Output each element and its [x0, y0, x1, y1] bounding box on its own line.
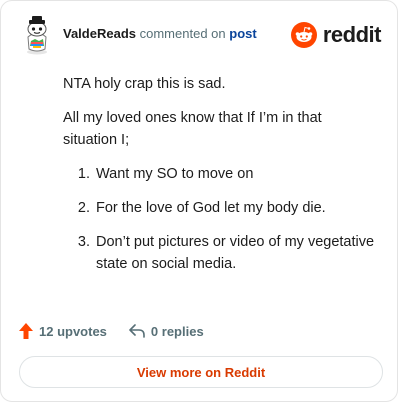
list-item: For the love of God let my body die.	[94, 197, 379, 219]
comment-lead: All my loved ones know that If I’m in th…	[63, 110, 322, 148]
upvote-arrow-icon	[19, 323, 33, 339]
comment-body: NTA holy crap this is sad. All my loved …	[63, 73, 379, 287]
reddit-comment-card: ValdeReads commented on post reddit NTA …	[0, 0, 398, 402]
post-link[interactable]: post	[229, 26, 256, 41]
reply-count: 0 replies	[150, 323, 204, 339]
commented-on-text: commented on	[139, 26, 226, 41]
comment-list: Want my SO to move on For the love of Go…	[63, 163, 379, 275]
list-item: Don’t put pictures or video of my vegeta…	[94, 231, 379, 275]
upvote-button[interactable]: 12 upvotes	[19, 323, 107, 339]
reddit-logo[interactable]: reddit	[290, 21, 382, 49]
list-item: Want my SO to move on	[94, 163, 379, 185]
snoo-avatar-icon	[27, 16, 47, 55]
comment-intro: NTA holy crap this is sad.	[63, 76, 226, 92]
view-more-button[interactable]: View more on Reddit	[19, 356, 383, 388]
reply-button[interactable]: 0 replies	[129, 324, 204, 339]
user-avatar[interactable]	[19, 15, 55, 55]
comment-actions: 12 upvotes 0 replies	[19, 320, 204, 342]
username-link[interactable]: ValdeReads	[63, 26, 136, 41]
reddit-snoo-icon	[290, 22, 317, 48]
upvote-count: 12 upvotes	[39, 323, 107, 339]
reply-arrow-icon	[129, 324, 145, 338]
comment-byline: ValdeReads commented on post	[63, 26, 257, 41]
comment-header: ValdeReads commented on post reddit	[19, 15, 382, 55]
reddit-wordmark: reddit	[322, 22, 382, 47]
